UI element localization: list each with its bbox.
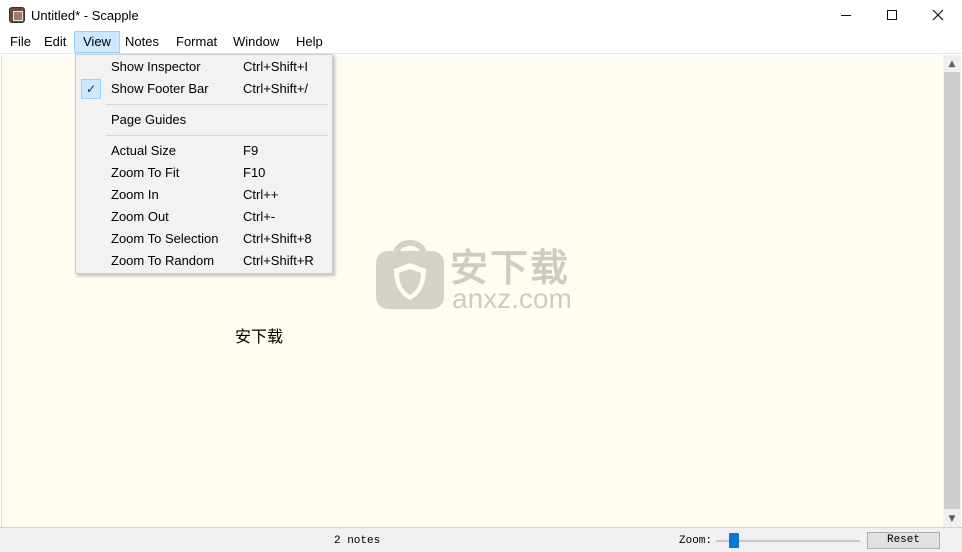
- canvas-note[interactable]: 安下载: [235, 323, 283, 347]
- menu-item-label: Actual Size: [111, 143, 177, 158]
- vertical-scrollbar[interactable]: ▲ ▼: [943, 55, 961, 527]
- scapple-app-icon[interactable]: [9, 7, 25, 23]
- menu-item-label: Zoom In: [111, 187, 159, 202]
- shopping-bag-shield-icon: [376, 240, 444, 309]
- zoom-slider-thumb[interactable]: [729, 533, 739, 548]
- maximize-button[interactable]: [869, 0, 915, 30]
- view-menu-dropdown: Show Inspector Ctrl+Shift+I ✓ Show Foote…: [75, 54, 333, 274]
- menu-window[interactable]: Window: [225, 31, 287, 53]
- menu-item-label: Zoom To Random: [111, 253, 215, 268]
- menu-item-label: Page Guides: [111, 112, 187, 127]
- menu-notes[interactable]: Notes: [117, 31, 167, 53]
- menu-item-page-guides[interactable]: Page Guides: [78, 109, 330, 131]
- menu-item-shortcut: F9: [243, 143, 259, 158]
- menu-item-label: Zoom To Selection: [111, 231, 219, 246]
- reset-zoom-button[interactable]: Reset: [867, 532, 940, 549]
- watermark: 安下载 anxz.com: [374, 233, 596, 317]
- scroll-down-arrow-icon[interactable]: ▼: [943, 510, 961, 527]
- menu-item-shortcut: Ctrl+Shift+8: [243, 231, 312, 246]
- menu-item-shortcut: Ctrl+Shift+I: [243, 59, 309, 74]
- menu-item-label: Show Inspector: [111, 59, 201, 74]
- minimize-icon: [841, 14, 851, 16]
- checkmark-icon: ✓: [81, 79, 101, 99]
- menu-item-zoom-to-selection[interactable]: Zoom To Selection Ctrl+Shift+8: [78, 228, 330, 250]
- menu-item-zoom-to-random[interactable]: Zoom To Random Ctrl+Shift+R: [78, 250, 330, 272]
- menu-file[interactable]: File: [2, 31, 39, 53]
- menu-item-zoom-out[interactable]: Zoom Out Ctrl+-: [78, 206, 330, 228]
- menu-item-actual-size[interactable]: Actual Size F9: [78, 140, 330, 162]
- zoom-label: Zoom:: [679, 535, 713, 547]
- close-button[interactable]: [915, 0, 961, 30]
- title-bar: Untitled* - Scapple: [0, 0, 962, 30]
- menu-bar: File Edit View Notes Format Window Help: [0, 30, 962, 54]
- menu-item-shortcut: Ctrl+Shift+/: [243, 81, 309, 96]
- scroll-up-arrow-icon[interactable]: ▲: [943, 55, 961, 72]
- menu-item-label: Show Footer Bar: [111, 81, 209, 96]
- menu-separator: [106, 104, 328, 105]
- close-icon: [932, 9, 944, 21]
- maximize-icon: [887, 10, 897, 20]
- menu-item-zoom-to-fit[interactable]: Zoom To Fit F10: [78, 162, 330, 184]
- menu-help[interactable]: Help: [288, 31, 331, 53]
- menu-item-label: Zoom To Fit: [111, 165, 180, 180]
- footer-bar: 2 notes Zoom: Reset: [0, 527, 962, 552]
- menu-item-label: Zoom Out: [111, 209, 169, 224]
- menu-item-shortcut: Ctrl+-: [243, 209, 276, 224]
- menu-item-zoom-in[interactable]: Zoom In Ctrl++: [78, 184, 330, 206]
- watermark-domain-text: anxz.com: [452, 283, 572, 314]
- notes-count: 2 notes: [334, 535, 381, 547]
- menu-separator: [106, 135, 328, 136]
- menu-edit[interactable]: Edit: [36, 31, 74, 53]
- menu-view[interactable]: View: [74, 31, 120, 53]
- menu-item-shortcut: Ctrl+Shift+R: [243, 253, 314, 268]
- menu-format[interactable]: Format: [168, 31, 225, 53]
- window-title: Untitled* - Scapple: [31, 8, 139, 23]
- menu-item-shortcut: Ctrl++: [243, 187, 279, 202]
- menu-item-shortcut: F10: [243, 165, 266, 180]
- menu-item-show-footer-bar[interactable]: ✓ Show Footer Bar Ctrl+Shift+/: [78, 78, 330, 100]
- scroll-thumb[interactable]: [944, 72, 960, 509]
- minimize-button[interactable]: [823, 0, 869, 30]
- menu-item-show-inspector[interactable]: Show Inspector Ctrl+Shift+I: [78, 56, 330, 78]
